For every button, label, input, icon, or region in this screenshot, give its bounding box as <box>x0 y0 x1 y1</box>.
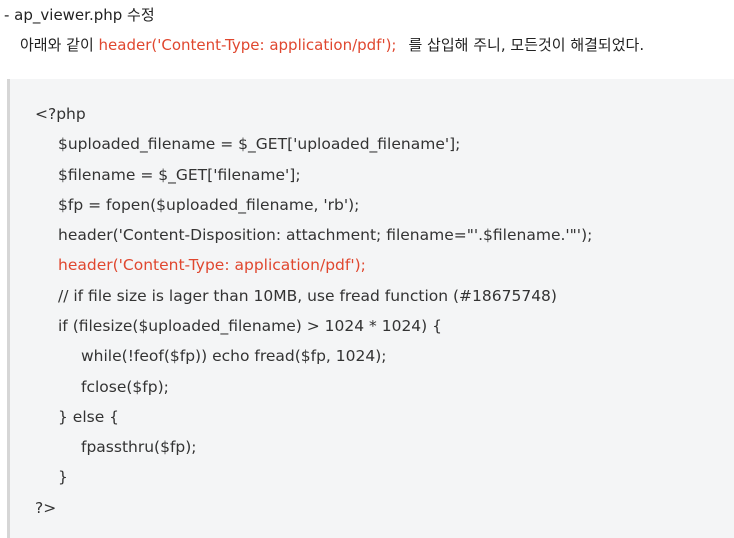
code-line: $filename = $_GET['filename']; <box>58 166 301 184</box>
code-line: while(!feof($fp)) echo fread($fp, 1024); <box>81 347 387 365</box>
code-line: fclose($fp); <box>81 378 169 396</box>
code-line: header('Content-Disposition: attachment;… <box>58 226 593 244</box>
code-line: } <box>58 468 68 486</box>
code-line: if (filesize($uploaded_filename) > 1024 … <box>58 317 443 335</box>
code-line: $fp = fopen($uploaded_filename, 'rb'); <box>58 196 360 214</box>
description-sentence: 아래와 같이 header('Content-Type: application… <box>20 34 644 56</box>
code-line: } else { <box>58 408 120 426</box>
code-line: <?php <box>35 105 86 123</box>
sentence-highlight: header('Content-Type: application/pdf'); <box>98 36 397 54</box>
code-line: ?> <box>35 499 57 517</box>
code-comment: // if file size is lager than 10MB, use … <box>58 287 557 305</box>
file-heading: - ap_viewer.php 수정 <box>4 6 155 24</box>
code-line: $uploaded_filename = $_GET['uploaded_fil… <box>58 135 461 153</box>
code-line-highlight: header('Content-Type: application/pdf'); <box>58 256 366 274</box>
sentence-before: 아래와 같이 <box>20 36 99 54</box>
code-block: <?php $uploaded_filename = $_GET['upload… <box>7 79 734 538</box>
sentence-after: 를 삽입해 주니, 모든것이 해결되었다. <box>408 36 645 54</box>
code-line: fpassthru($fp); <box>81 438 197 456</box>
